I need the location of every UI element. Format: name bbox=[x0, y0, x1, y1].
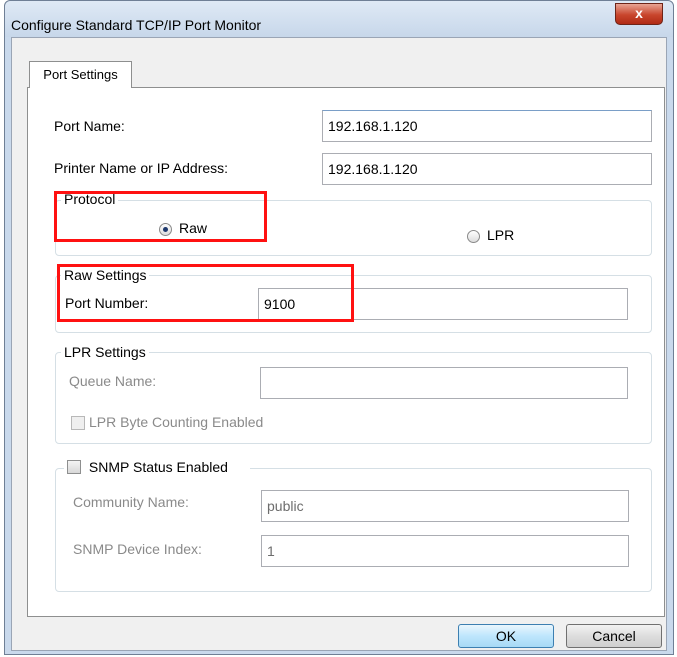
community-name-label: Community Name: bbox=[73, 494, 189, 510]
ok-button[interactable]: OK bbox=[458, 624, 554, 648]
snmp-device-index-label: SNMP Device Index: bbox=[73, 541, 202, 557]
port-name-input[interactable]: 192.168.1.120 bbox=[322, 110, 652, 142]
dialog-window: Configure Standard TCP/IP Port Monitor x… bbox=[4, 0, 674, 655]
queue-name-label: Queue Name: bbox=[69, 373, 157, 389]
snmp-enabled-checkbox[interactable] bbox=[67, 460, 81, 474]
port-settings-panel: Port Name: 192.168.1.120 Printer Name or… bbox=[27, 87, 665, 617]
lpr-radio-label[interactable]: LPR bbox=[487, 227, 514, 243]
lpr-byte-counting-label[interactable]: LPR Byte Counting Enabled bbox=[89, 414, 263, 430]
dialog-client-area: Port Settings Port Name: 192.168.1.120 P… bbox=[11, 37, 667, 651]
title-bar[interactable]: Configure Standard TCP/IP Port Monitor x bbox=[5, 1, 673, 37]
queue-name-input[interactable] bbox=[260, 367, 628, 399]
raw-settings-highlight-box bbox=[57, 264, 354, 322]
printer-name-label: Printer Name or IP Address: bbox=[54, 160, 229, 176]
lpr-radio[interactable] bbox=[467, 230, 480, 243]
close-icon: x bbox=[635, 5, 643, 21]
snmp-enabled-label[interactable]: SNMP Status Enabled bbox=[89, 459, 228, 475]
cancel-button[interactable]: Cancel bbox=[566, 624, 662, 648]
port-name-label: Port Name: bbox=[54, 118, 125, 134]
snmp-device-index-input[interactable]: 1 bbox=[261, 535, 629, 567]
lpr-byte-counting-checkbox[interactable] bbox=[71, 416, 85, 430]
lpr-settings-title: LPR Settings bbox=[61, 344, 149, 360]
dialog-title: Configure Standard TCP/IP Port Monitor bbox=[11, 17, 262, 33]
printer-name-input[interactable]: 192.168.1.120 bbox=[322, 153, 652, 185]
community-name-input[interactable]: public bbox=[261, 490, 629, 522]
protocol-highlight-box bbox=[54, 191, 267, 242]
snmp-group-header: SNMP Status Enabled bbox=[64, 459, 250, 475]
tab-port-settings[interactable]: Port Settings bbox=[29, 61, 132, 88]
snmp-group bbox=[55, 468, 652, 592]
close-button[interactable]: x bbox=[615, 3, 663, 25]
